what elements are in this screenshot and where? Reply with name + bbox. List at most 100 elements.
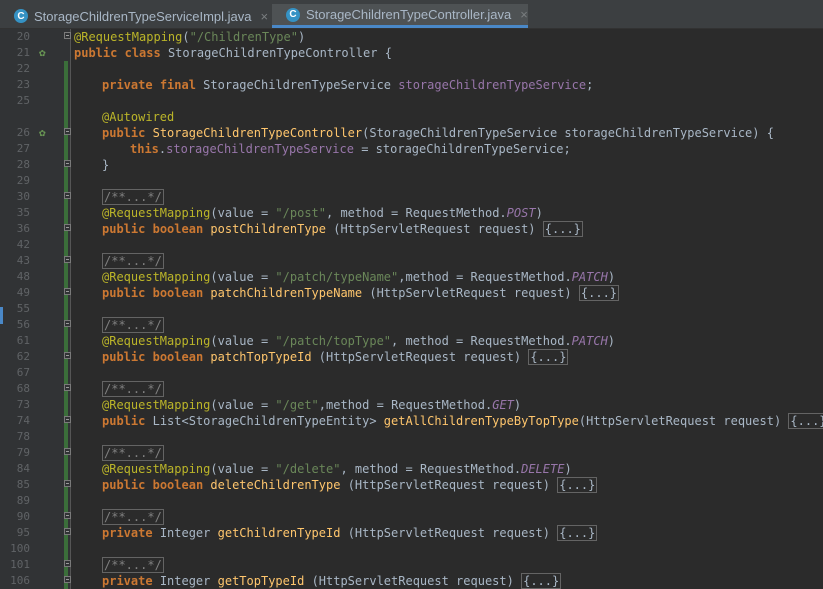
fold-icon[interactable] <box>64 528 71 535</box>
line-number: 49 <box>16 286 30 299</box>
line-number: 67 <box>16 366 30 379</box>
code-line[interactable]: 22 <box>0 61 823 77</box>
spring-bean-icon[interactable]: ✿ <box>39 126 51 139</box>
line-number: 42 <box>16 238 30 251</box>
line-number: 20 <box>16 30 30 43</box>
line-number: 35 <box>16 206 30 219</box>
code-text: public boolean patchTopTypeId (HttpServl… <box>102 349 569 365</box>
fold-icon[interactable] <box>64 192 71 199</box>
line-number: 21 <box>16 46 30 59</box>
fold-icon[interactable] <box>64 288 71 295</box>
code-line[interactable]: 20 @RequestMapping("/ChildrenType") <box>0 29 823 45</box>
tab-label: StorageChildrenTypeController.java <box>306 7 512 22</box>
code-line[interactable]: 73 @RequestMapping(value = "/get",method… <box>0 397 823 413</box>
code-line[interactable]: 36 public boolean postChildrenType (Http… <box>0 221 823 237</box>
code-line[interactable]: 48 @RequestMapping(value = "/patch/typeN… <box>0 269 823 285</box>
line-number: 84 <box>16 462 30 475</box>
code-line[interactable]: 61 @RequestMapping(value = "/patch/topTy… <box>0 333 823 349</box>
code-line[interactable]: 90 /**...*/ <box>0 509 823 525</box>
line-number: 100 <box>10 542 30 555</box>
code-text: /**...*/ <box>102 509 164 525</box>
code-line[interactable]: 106 private Integer getTopTypeId (HttpSe… <box>0 573 823 589</box>
fold-icon[interactable] <box>64 512 71 519</box>
code-line[interactable]: 84 @RequestMapping(value = "/delete", me… <box>0 461 823 477</box>
fold-icon[interactable] <box>64 224 71 231</box>
fold-icon[interactable] <box>64 320 71 327</box>
code-line[interactable]: 79 /**...*/ <box>0 445 823 461</box>
fold-icon[interactable] <box>64 128 71 135</box>
tab-service-impl[interactable]: C StorageChildrenTypeServiceImpl.java × <box>0 4 270 28</box>
code-line[interactable]: 35 @RequestMapping(value = "/post", meth… <box>0 205 823 221</box>
line-number: 90 <box>16 510 30 523</box>
code-line[interactable]: 95 private Integer getChildrenTypeId (Ht… <box>0 525 823 541</box>
code-line[interactable]: 29 <box>0 173 823 189</box>
line-number: 36 <box>16 222 30 235</box>
code-line[interactable]: 30 /**...*/ <box>0 189 823 205</box>
close-icon[interactable]: × <box>520 7 528 22</box>
line-number: 29 <box>16 174 30 187</box>
code-line[interactable]: 85 public boolean deleteChildrenType (Ht… <box>0 477 823 493</box>
code-line[interactable]: 26 ✿ public StorageChildrenTypeControlle… <box>0 125 823 141</box>
tab-controller[interactable]: C StorageChildrenTypeController.java × <box>272 4 528 28</box>
fold-icon[interactable] <box>64 416 71 423</box>
code-text: public boolean postChildrenType (HttpSer… <box>102 221 583 237</box>
line-number: 55 <box>16 302 30 315</box>
code-text: public class StorageChildrenTypeControll… <box>74 46 392 60</box>
fold-icon[interactable] <box>64 160 71 167</box>
code-line[interactable]: 21 ✿ public class StorageChildrenTypeCon… <box>0 45 823 61</box>
line-number: 61 <box>16 334 30 347</box>
code-text: /**...*/ <box>102 189 164 205</box>
fold-icon[interactable] <box>64 480 71 487</box>
code-text: @RequestMapping(value = "/post", method … <box>102 206 543 220</box>
line-number: 27 <box>16 142 30 155</box>
code-text: /**...*/ <box>102 445 164 461</box>
class-icon: C <box>286 7 300 22</box>
tab-label: StorageChildrenTypeServiceImpl.java <box>34 8 252 24</box>
code-line[interactable]: 100 <box>0 541 823 557</box>
code-line[interactable]: 25 @Autowired <box>0 109 823 125</box>
fold-icon[interactable] <box>64 576 71 583</box>
code-line[interactable]: 23 private final StorageChildrenTypeServ… <box>0 77 823 93</box>
code-line[interactable]: 27 this.storageChildrenTypeService = sto… <box>0 141 823 157</box>
editor-tab-bar: C StorageChildrenTypeServiceImpl.java × … <box>0 0 823 29</box>
code-text: @RequestMapping(value = "/patch/typeName… <box>102 270 616 284</box>
code-line[interactable]: 42 <box>0 237 823 253</box>
fold-icon[interactable] <box>64 560 71 567</box>
fold-icon[interactable] <box>64 384 71 391</box>
line-number: 56 <box>16 318 30 331</box>
line-number: 74 <box>16 414 30 427</box>
close-icon[interactable]: × <box>261 9 269 24</box>
line-number: 106 <box>10 574 30 587</box>
code-line[interactable]: 62 public boolean patchTopTypeId (HttpSe… <box>0 349 823 365</box>
code-line[interactable]: 78 <box>0 429 823 445</box>
line-number: 28 <box>16 158 30 171</box>
fold-icon[interactable] <box>64 256 71 263</box>
code-text: private Integer getTopTypeId (HttpServle… <box>102 573 562 589</box>
fold-icon[interactable] <box>64 448 71 455</box>
code-text: private final StorageChildrenTypeService… <box>102 78 594 92</box>
code-line[interactable]: 68 /**...*/ <box>0 381 823 397</box>
fold-icon[interactable] <box>64 352 71 359</box>
code-line[interactable]: 28 } <box>0 157 823 173</box>
line-number: 48 <box>16 270 30 283</box>
code-line[interactable]: 101 /**...*/ <box>0 557 823 573</box>
code-line[interactable]: 25 <box>0 93 823 109</box>
code-line[interactable]: 67 <box>0 365 823 381</box>
code-text: /**...*/ <box>102 253 164 269</box>
code-text: private Integer getChildrenTypeId (HttpS… <box>102 525 598 541</box>
code-line[interactable]: 74 public List<StorageChildrenTypeEntity… <box>0 413 823 429</box>
line-number: 78 <box>16 430 30 443</box>
line-number: 26 <box>16 126 30 139</box>
code-line[interactable]: 55 <box>0 301 823 317</box>
fold-icon[interactable] <box>64 32 71 39</box>
code-text: public StorageChildrenTypeController(Sto… <box>102 126 774 140</box>
code-line[interactable]: 56 /**...*/ <box>0 317 823 333</box>
code-text: public List<StorageChildrenTypeEntity> g… <box>102 413 823 429</box>
code-line[interactable]: 43 /**...*/ <box>0 253 823 269</box>
line-number: 68 <box>16 382 30 395</box>
code-line[interactable]: 49 public boolean patchChildrenTypeName … <box>0 285 823 301</box>
code-line[interactable]: 89 <box>0 493 823 509</box>
code-text: @RequestMapping(value = "/get",method = … <box>102 398 522 412</box>
spring-bean-icon[interactable]: ✿ <box>39 46 51 59</box>
line-number: 25 <box>16 94 30 107</box>
